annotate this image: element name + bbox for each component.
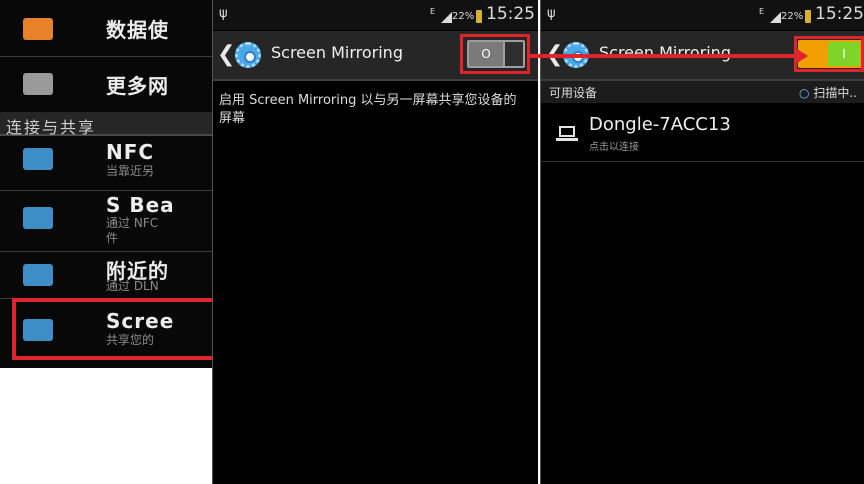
annotation-arrow-head [794,47,808,65]
s-beam-icon [23,207,53,229]
signal-icon [770,12,781,23]
page-title: Screen Mirroring [599,43,731,62]
battery-icon [476,10,482,23]
laptop-icon [556,126,578,141]
nfc-icon [23,148,53,170]
clock: 15:25 [815,4,864,24]
list-item-nfc[interactable]: NFC 当靠近另 [0,138,222,190]
list-item-s-beam[interactable]: S Bea 通过 NFC 件 [0,191,222,251]
annotation-arrow-line [530,54,798,58]
page-title: Screen Mirroring [271,43,403,62]
list-item-more-networks[interactable]: 更多网 [0,57,222,112]
device-list-item[interactable]: Dongle-7ACC13 点击以连接 [541,104,864,162]
network-type: E [759,7,765,16]
available-devices-header: 可用设备 ○ 扫描中.. [541,81,864,103]
usb-icon: ψ [219,6,228,21]
device-hint: 点击以连接 [589,142,639,153]
battery-icon [805,10,811,23]
list-item-data-usage[interactable]: 数据使 [0,0,222,56]
list-item-title: 数据使 [106,18,169,42]
list-item-subtitle: 通过 NFC [106,216,159,230]
clock: 15:25 [486,4,535,24]
network-type: E [430,7,436,16]
section-header: 连接与共享 [0,112,222,137]
list-item-title: 更多网 [106,74,169,98]
highlight-box [460,34,530,74]
settings-gear-icon [235,42,261,68]
scanning-spinner-icon: ○ [799,86,810,100]
nearby-devices-icon [23,264,53,286]
status-bar: ψ E 22% 15:25 [213,0,538,30]
list-item-title: NFC [106,140,155,164]
usb-icon: ψ [547,6,556,21]
action-bar: ❮ Screen Mirroring O [213,31,538,81]
list-item-subtitle: 通过 DLN [106,279,159,293]
back-icon[interactable]: ❮ [217,42,235,67]
list-item-subtitle: 当靠近另 [106,164,155,178]
battery-percent: 22% [781,11,804,22]
device-name: Dongle-7ACC13 [589,114,731,135]
description-text: 启用 Screen Mirroring 以与另一屏幕共享您设备的屏幕 [219,93,517,126]
list-item-title: S Bea [106,193,175,217]
battery-percent: 22% [452,11,475,22]
signal-icon [441,12,452,23]
highlight-box [12,298,230,360]
more-networks-icon [23,73,53,95]
status-bar: ψ E 22% 15:25 [541,0,864,30]
screen-mirroring-on-panel: ψ E 22% 15:25 ❮ Screen Mirroring I 可用设备 … [540,0,864,484]
available-devices-label: 可用设备 [549,86,598,100]
screen-mirroring-tutorial: 数据使 更多网 连接与共享 NFC 当靠近另 S Bea 通过 NFC 件 附近… [0,0,864,484]
list-item-subtitle-line2: 件 [106,231,119,245]
scanning-status: ○ 扫描中.. [799,86,857,100]
list-item-nearby-devices[interactable]: 附近的 通过 DLN [0,252,222,298]
screen-mirroring-off-panel: ψ E 22% 15:25 ❮ Screen Mirroring O 启用 Sc… [212,0,538,484]
data-usage-icon [23,18,53,40]
